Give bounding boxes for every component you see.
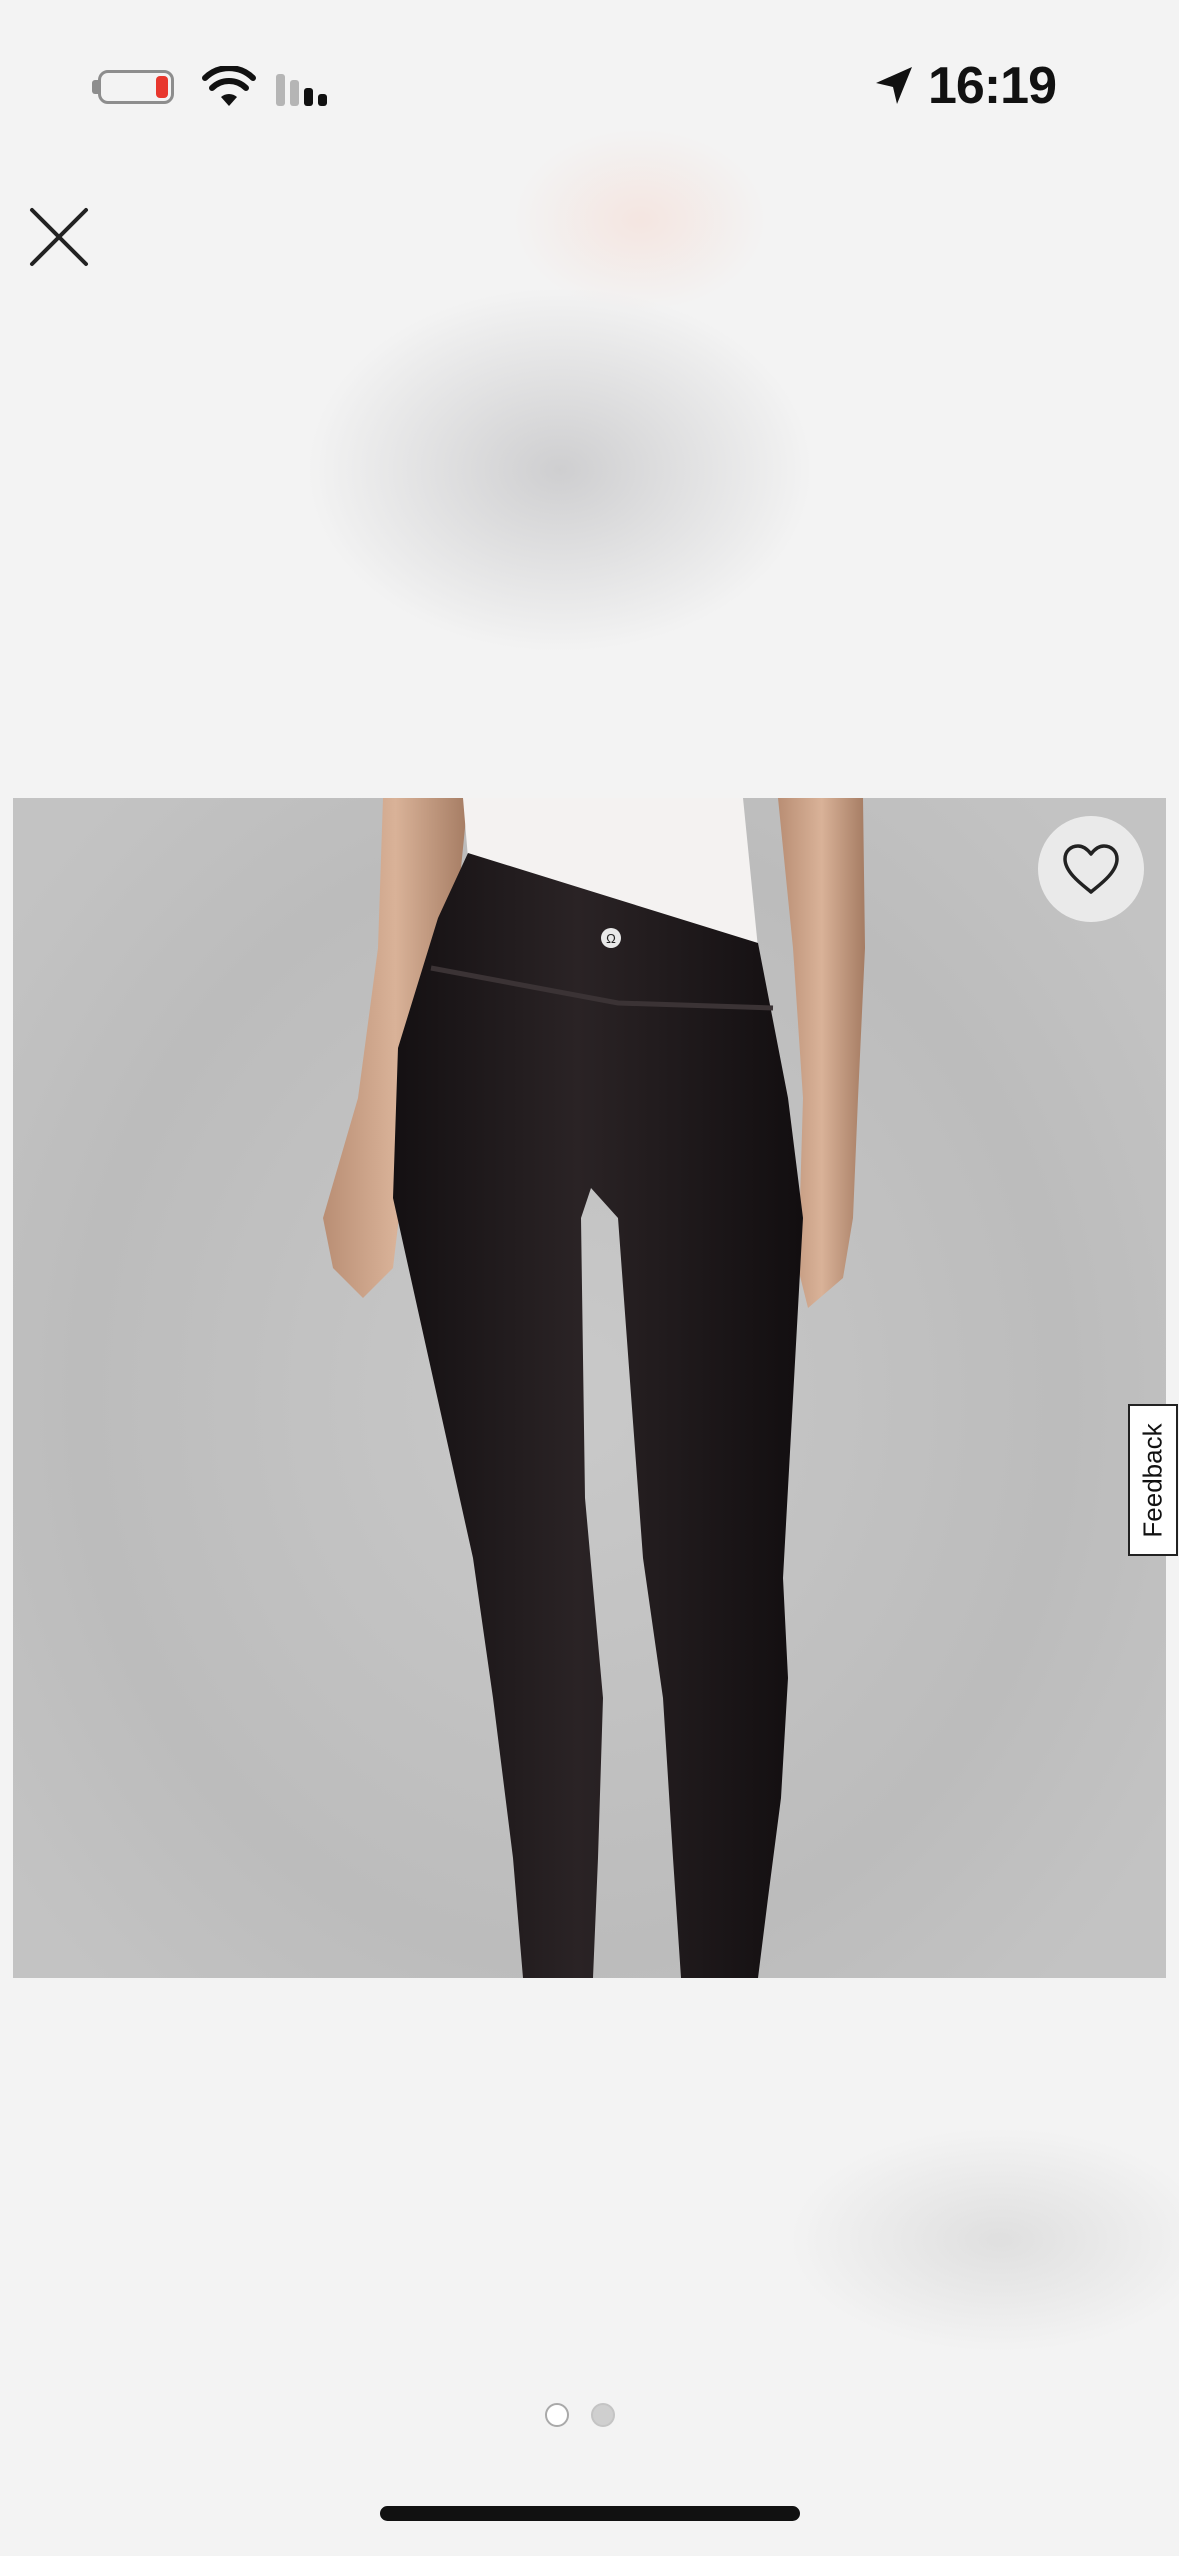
heart-icon: [1063, 844, 1119, 894]
feedback-label: Feedback: [1137, 1422, 1168, 1538]
product-photo[interactable]: Ω: [13, 798, 1166, 1978]
pagination-dot-1[interactable]: [545, 2403, 569, 2427]
wifi-icon: [202, 66, 256, 106]
wishlist-button[interactable]: [1038, 816, 1144, 922]
cellular-signal-icon: [276, 74, 327, 106]
location-arrow-icon: [876, 67, 912, 104]
image-pagination: [545, 2400, 615, 2430]
close-icon[interactable]: [24, 202, 94, 272]
pagination-dot-2[interactable]: [591, 2403, 615, 2427]
svg-text:Ω: Ω: [606, 931, 616, 946]
feedback-tab[interactable]: Feedback: [1128, 1404, 1178, 1556]
leggings-photo-illustration: Ω: [323, 798, 865, 1978]
product-image-viewer: 16:19 Ω Feedback: [0, 0, 1179, 2556]
home-indicator[interactable]: [380, 2506, 800, 2521]
battery-icon: [98, 70, 174, 104]
status-bar: 16:19: [0, 0, 1179, 170]
status-time: 16:19: [928, 57, 1057, 115]
battery-level: [156, 76, 168, 98]
